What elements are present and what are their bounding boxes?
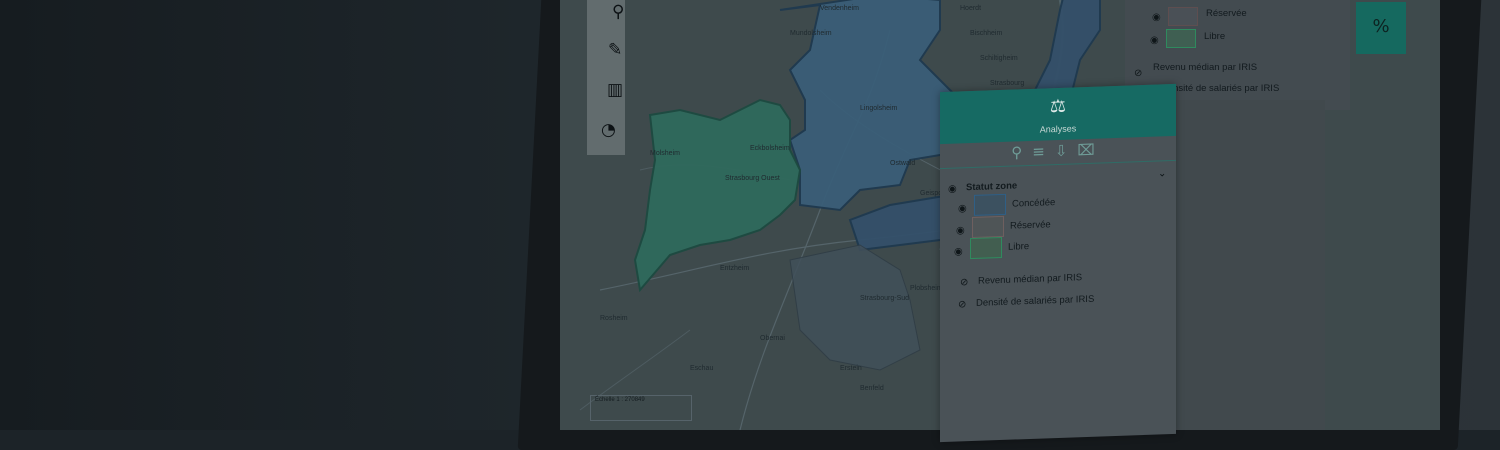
reservee-swatch (972, 215, 1004, 239)
map-place-label: Rosheim (600, 315, 628, 322)
analysis-icon: ⚖ (1049, 95, 1067, 117)
map-place-label: Bischheim (970, 30, 1002, 37)
map-place-label: Eckbolsheim (750, 145, 790, 152)
libre-swatch (1166, 29, 1196, 48)
binoculars-icon[interactable]: ⚲ (612, 2, 624, 22)
map-place-label: Plobsheim (910, 285, 943, 292)
reservee-swatch (1168, 7, 1198, 26)
map-place-label: Ostwald (890, 160, 915, 167)
trash-icon[interactable]: ⌧ (1077, 140, 1104, 159)
eye-icon[interactable]: ◉ (958, 203, 967, 214)
analysis-percent-icon[interactable]: % (1356, 2, 1406, 54)
back-legend-reservee: Réservée (1206, 8, 1247, 19)
eye-icon[interactable]: ◉ (956, 225, 965, 236)
map-place-label: Mundolsheim (790, 30, 832, 37)
map-place-label: Strasbourg-Sud (860, 295, 909, 302)
back-layer-revenu[interactable]: Revenu médian par IRIS (1153, 62, 1257, 73)
legend-libre: Libre (1008, 241, 1030, 253)
map-place-label: Lingolsheim (860, 105, 898, 112)
map-place-label: Eschau (690, 365, 713, 372)
libre-swatch (970, 236, 1002, 260)
analyses-panel: ⚖ Analyses ⚲≡⇩⌧ ◉ Statut zone ⌄ ◉ Concéd… (940, 83, 1176, 443)
concedee-swatch (974, 193, 1006, 216)
download-icon[interactable]: ⇩ (1055, 141, 1078, 160)
map-place-label: Strasbourg Ouest (725, 175, 780, 182)
map-place-label: Entzheim (720, 265, 749, 272)
pie-chart-icon[interactable]: ◔ (601, 120, 616, 140)
map-place-label: Schiltigheim (980, 55, 1018, 62)
chevron-down-icon[interactable]: ⌄ (1158, 168, 1166, 179)
back-panel-body (1150, 100, 1325, 430)
map-place-label: Erstein (840, 365, 862, 372)
back-legend-libre: Libre (1204, 31, 1226, 42)
map-place-label: Molsheim (650, 150, 680, 157)
eye-icon[interactable]: ◉ (954, 246, 963, 257)
map-place-label: Strasbourg (990, 80, 1024, 87)
map-icon[interactable]: ▥ (607, 80, 623, 100)
map-place-label: Vendenheim (820, 5, 859, 12)
map-place-label: Obernai (760, 335, 785, 342)
eye-icon[interactable]: ◉ (1150, 35, 1159, 46)
layer-revenu[interactable]: Revenu médian par IRIS (978, 272, 1082, 287)
layer-densite[interactable]: Densité de salariés par IRIS (976, 294, 1094, 309)
eye-icon[interactable]: ◉ (948, 184, 957, 195)
panel-title: Analyses (1039, 123, 1077, 135)
zoom-icon[interactable]: ⚲ (1011, 143, 1032, 162)
map-place-label: Hoerdt (960, 5, 981, 12)
legend-concedee: Concédée (1012, 197, 1056, 210)
eye-off-icon[interactable]: ⊘ (960, 277, 968, 288)
eye-icon[interactable]: ◉ (1152, 12, 1161, 23)
map-scale: Échelle 1 : 270849 (590, 395, 692, 421)
map-place-label: Benfeld (860, 385, 884, 392)
list-icon[interactable]: ≡ (1032, 142, 1055, 161)
legend-reservee: Réservée (1010, 219, 1051, 232)
group-label: Statut zone (966, 180, 1018, 194)
eye-off-icon[interactable]: ⊘ (1134, 68, 1142, 79)
eye-off-icon[interactable]: ⊘ (958, 299, 966, 310)
pencil-icon[interactable]: ✎ (608, 40, 622, 60)
panel-header: ⚖ Analyses (940, 83, 1176, 145)
back-layer-densite[interactable]: Densité de salariés par IRIS (1161, 83, 1279, 94)
scale-label: Échelle 1 : 270849 (595, 397, 645, 403)
